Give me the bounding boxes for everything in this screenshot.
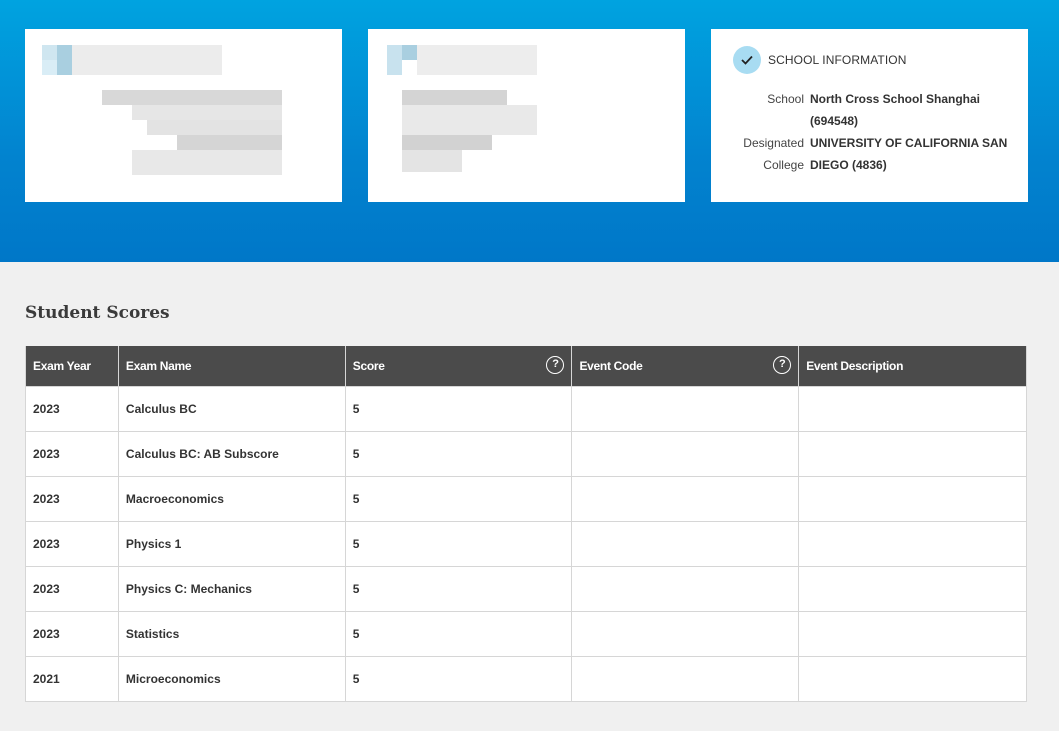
cell-score: 5 (344, 475, 573, 522)
school-information-header: SCHOOL INFORMATION (733, 46, 906, 74)
cell-exam-name: Microeconomics (117, 655, 346, 702)
cell-exam-name: Physics C: Mechanics (117, 565, 346, 612)
cell-event-code (571, 430, 800, 477)
cell-score: 5 (344, 610, 573, 657)
table-row: 2023 Calculus BC 5 (25, 385, 1027, 432)
info-row: School North Cross School Shanghai (733, 88, 1013, 110)
cell-score: 5 (344, 655, 573, 702)
cell-exam-year: 2023 (25, 430, 119, 477)
info-row: Designated UNIVERSITY OF CALIFORNIA SAN (733, 132, 1013, 154)
cell-exam-year: 2023 (25, 610, 119, 657)
cell-event-description (798, 475, 1027, 522)
student-scores-title: Student Scores (25, 303, 170, 323)
info-value: (694548) (810, 114, 859, 128)
cell-event-code (571, 385, 800, 432)
cell-score: 5 (344, 430, 573, 477)
cell-exam-year: 2023 (25, 520, 119, 567)
school-information-title: SCHOOL INFORMATION (768, 53, 907, 67)
cell-score: 5 (344, 520, 573, 567)
cell-exam-name: Statistics (117, 610, 346, 657)
info-row: College DIEGO (4836) (733, 154, 1013, 176)
cell-event-description (798, 610, 1027, 657)
table-row: 2023 Statistics 5 (25, 610, 1027, 657)
cell-exam-year: 2023 (25, 475, 119, 522)
cell-exam-name: Physics 1 (117, 520, 346, 567)
info-label (733, 110, 810, 132)
column-header-event-code[interactable]: Event Code? (571, 346, 800, 387)
table-row: 2023 Calculus BC: AB Subscore 5 (25, 430, 1027, 477)
cell-exam-name: Calculus BC: AB Subscore (117, 430, 346, 477)
cell-event-code (571, 610, 800, 657)
info-row: (694548) (733, 110, 1013, 132)
info-label: College (763, 158, 804, 172)
cell-event-description (798, 430, 1027, 477)
cell-exam-year: 2021 (25, 655, 119, 702)
info-value: UNIVERSITY OF CALIFORNIA SAN (810, 136, 1008, 150)
cell-event-code (571, 475, 800, 522)
school-information-details: School North Cross School Shanghai (6945… (733, 88, 1013, 176)
redacted-card-1 (25, 29, 342, 202)
check-icon (733, 46, 761, 74)
cell-event-description (798, 565, 1027, 612)
info-label: School (767, 92, 804, 106)
cell-event-code (571, 520, 800, 567)
question-circle-icon[interactable]: ? (773, 356, 792, 374)
cell-score: 5 (344, 565, 573, 612)
cell-event-code (571, 655, 800, 702)
cell-score: 5 (344, 385, 573, 432)
table-row: 2023 Physics 1 5 (25, 520, 1027, 567)
info-label: Designated (743, 136, 804, 150)
question-circle-icon[interactable]: ? (546, 356, 565, 374)
cell-exam-year: 2023 (25, 385, 119, 432)
info-value: DIEGO (4836) (810, 158, 887, 172)
cell-event-description (798, 385, 1027, 432)
school-information-card: SCHOOL INFORMATION School North Cross Sc… (711, 29, 1028, 202)
cell-exam-name: Macroeconomics (117, 475, 346, 522)
cell-exam-name: Calculus BC (117, 385, 346, 432)
info-value: North Cross School Shanghai (810, 92, 981, 106)
column-header-score[interactable]: Score? (344, 346, 573, 387)
table-header-row: Exam Year Exam Name Score? Event Code? E… (25, 346, 1027, 387)
column-header-exam-year[interactable]: Exam Year (25, 346, 119, 387)
column-header-exam-name[interactable]: Exam Name (117, 346, 346, 387)
cell-event-description (798, 655, 1027, 702)
column-header-event-description[interactable]: Event Description (798, 346, 1027, 387)
redacted-card-2 (368, 29, 685, 202)
table-row: 2023 Macroeconomics 5 (25, 475, 1027, 522)
cell-event-description (798, 520, 1027, 567)
table-row: 2021 Microeconomics 5 (25, 655, 1027, 702)
cell-event-code (571, 565, 800, 612)
table-row: 2023 Physics C: Mechanics 5 (25, 565, 1027, 612)
student-scores-table: Exam Year Exam Name Score? Event Code? E… (25, 346, 1027, 702)
cell-exam-year: 2023 (25, 565, 119, 612)
